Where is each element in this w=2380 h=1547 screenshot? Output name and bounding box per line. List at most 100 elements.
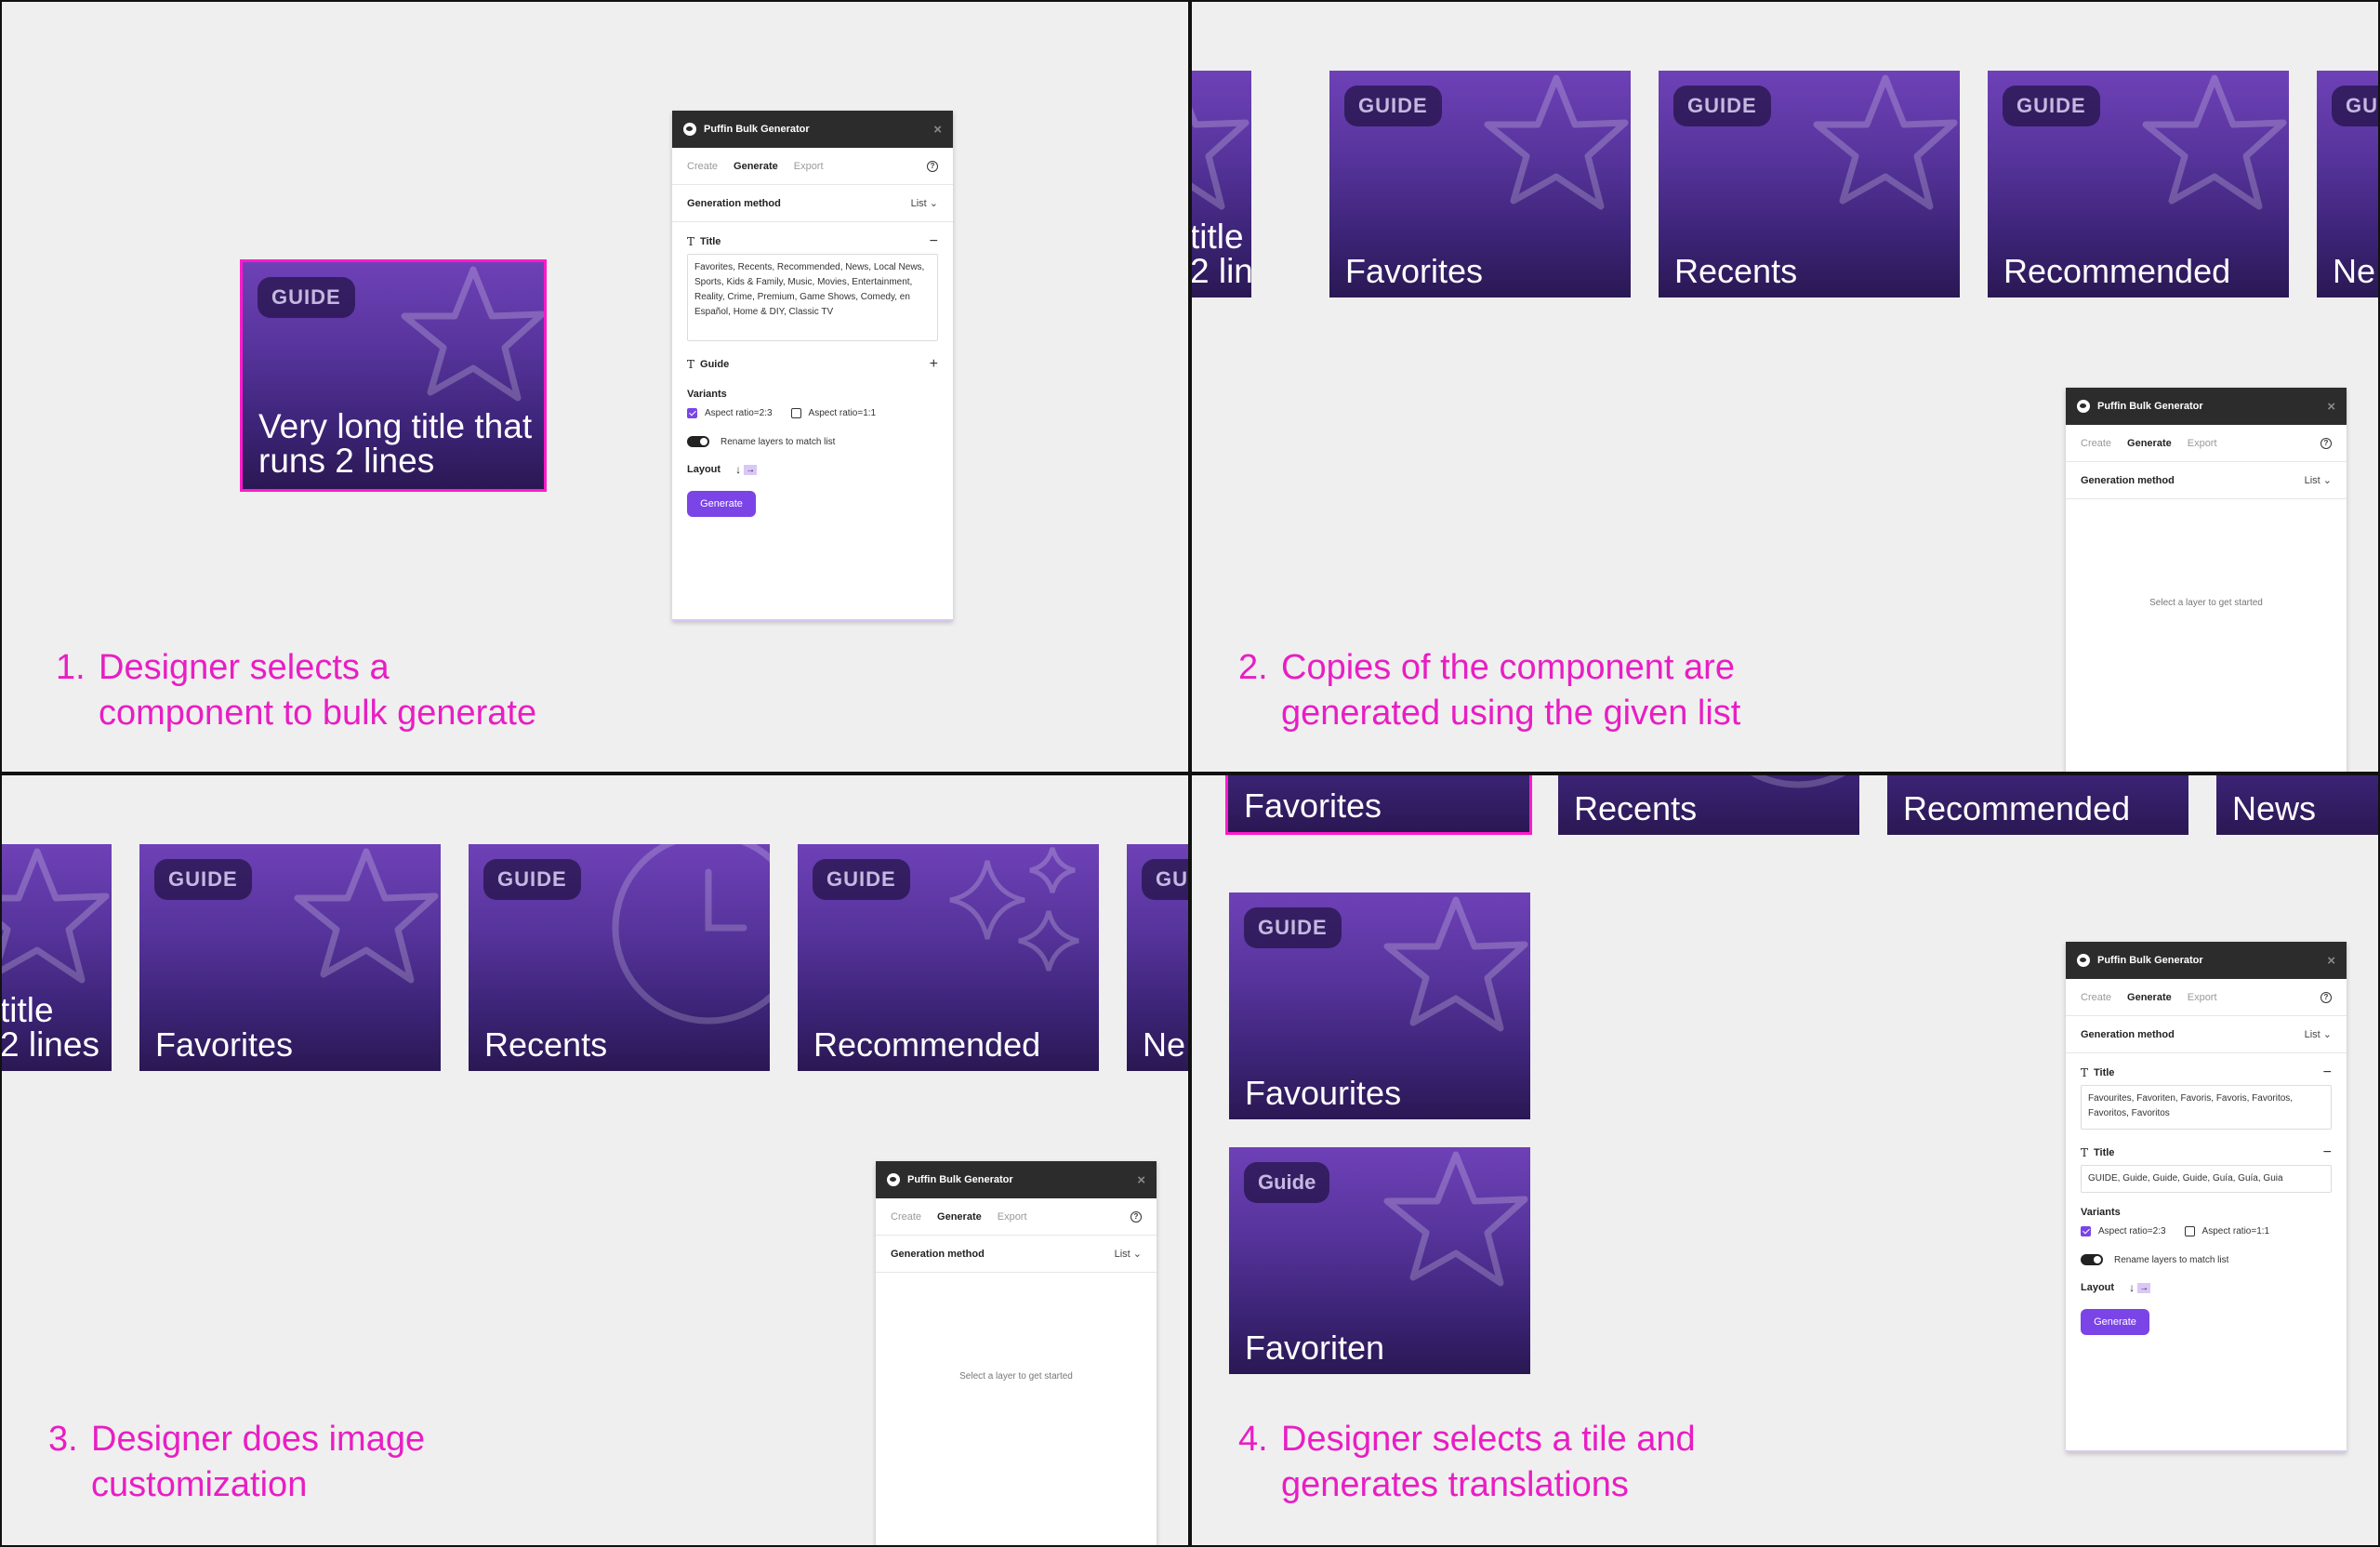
layout-vertical-icon[interactable]: ↓	[2129, 1281, 2135, 1294]
empty-state-text: Select a layer to get started	[959, 1371, 1073, 1382]
plugin-tabs: Create Generate Export ?	[2066, 979, 2347, 1016]
tile-title: Recommended	[813, 1025, 1041, 1064]
tab-create[interactable]: Create	[687, 161, 718, 172]
plugin-tabs: Create Generate Export ?	[876, 1198, 1157, 1236]
variant-checkbox-1x1[interactable]	[2184, 1225, 2195, 1236]
variant-label-1x1: Aspect ratio=1:1	[2202, 1225, 2270, 1236]
tab-generate[interactable]: Generate	[2127, 992, 2172, 1003]
generated-tile: Recents	[1558, 775, 1859, 835]
generation-method-label: Generation method	[891, 1248, 985, 1260]
panel-step-2: title 2 lines GUIDE Favorites GUIDE Rece…	[1190, 0, 2380, 774]
plugin-window: Puffin Bulk Generator × Create Generate E…	[672, 111, 953, 621]
tab-export[interactable]: Export	[2188, 992, 2217, 1003]
tab-create[interactable]: Create	[2081, 992, 2111, 1003]
text-icon: T	[687, 235, 695, 248]
tile-title: Favourites	[1245, 1074, 1402, 1112]
help-icon[interactable]: ?	[1130, 1210, 1142, 1223]
remove-field-icon[interactable]: −	[2323, 1144, 2332, 1161]
tab-generate[interactable]: Generate	[937, 1211, 982, 1223]
variant-label-2x3: Aspect ratio=2:3	[2098, 1225, 2166, 1236]
remove-field-icon[interactable]: −	[2323, 1064, 2332, 1081]
selected-tile[interactable]: Favorites	[1225, 775, 1532, 835]
help-icon[interactable]: ?	[2320, 991, 2332, 1003]
generation-method-row: Generation method List ⌄	[2066, 1016, 2347, 1053]
plugin-title: Puffin Bulk Generator	[2097, 955, 2203, 966]
plugin-window: Puffin Bulk Generator × Create Generate E…	[2066, 388, 2347, 772]
selected-component-tile[interactable]: GUIDE Very long title that runs 2 lines	[240, 259, 547, 492]
generation-method-select[interactable]: List ⌄	[2305, 474, 2332, 486]
generation-method-label: Generation method	[687, 197, 781, 209]
plugin-tabs: Create Generate Export ?	[672, 148, 953, 185]
generated-tile: Recommended	[1887, 775, 2188, 835]
close-icon[interactable]: ×	[933, 123, 942, 137]
tab-create[interactable]: Create	[2081, 438, 2111, 449]
guide-badge: GUI	[2332, 86, 2378, 126]
generation-method-row: Generation method List ⌄	[672, 185, 953, 222]
tab-export[interactable]: Export	[794, 161, 824, 172]
close-icon[interactable]: ×	[2327, 954, 2335, 968]
translated-tile: GUIDE Favourites	[1229, 892, 1530, 1119]
help-icon[interactable]: ?	[2320, 437, 2332, 449]
tile-title: Recents	[1674, 252, 1798, 290]
rename-layers-toggle[interactable]	[2081, 1254, 2103, 1265]
guide-list-textarea[interactable]: GUIDE, Guide, Guide, Guide, Guía, Guía, …	[2081, 1165, 2332, 1193]
generation-method-label: Generation method	[2081, 1028, 2175, 1040]
guide-badge: GUIDE	[2003, 86, 2100, 126]
help-icon[interactable]: ?	[927, 160, 938, 172]
close-icon[interactable]: ×	[2327, 400, 2335, 414]
guide-badge: GUIDE	[1344, 86, 1442, 126]
tile-title: Ne	[2333, 252, 2376, 290]
tile-title: Favorites	[1244, 787, 1382, 825]
generated-tile: GUIDE Recommended	[1988, 71, 2289, 298]
guide-badge: Guide	[1244, 1162, 1330, 1203]
title-field-label: Title	[2094, 1067, 2115, 1078]
guide-field-label: Guide	[700, 359, 730, 370]
generation-method-label: Generation method	[2081, 474, 2175, 486]
add-field-icon[interactable]: +	[930, 356, 938, 373]
tab-generate[interactable]: Generate	[734, 161, 778, 172]
tab-export[interactable]: Export	[2188, 438, 2217, 449]
text-icon: T	[2081, 1146, 2089, 1159]
tile-title: Favorites	[1345, 252, 1484, 290]
text-icon: T	[687, 358, 695, 371]
tile-title: Favorites	[155, 1025, 294, 1064]
layout-label: Layout	[2081, 1282, 2115, 1293]
tile-title: Recommended	[2003, 252, 2231, 290]
remove-field-icon[interactable]: −	[930, 233, 938, 250]
variant-label-1x1: Aspect ratio=1:1	[808, 407, 877, 418]
layout-horizontal-icon[interactable]: →	[744, 464, 758, 475]
layout-vertical-icon[interactable]: ↓	[735, 463, 741, 476]
tab-generate[interactable]: Generate	[2127, 438, 2172, 449]
plugin-title: Puffin Bulk Generator	[704, 124, 810, 135]
guide-badge: GUIDE	[258, 277, 355, 318]
variant-checkbox-1x1[interactable]	[790, 407, 801, 418]
rename-layers-toggle[interactable]	[687, 436, 709, 447]
generation-method-select[interactable]: List ⌄	[1115, 1248, 1142, 1260]
guide-badge: GUIDE	[813, 859, 910, 900]
generation-method-row: Generation method List ⌄	[876, 1236, 1157, 1273]
tile-title: Recommended	[1903, 789, 2131, 827]
tab-export[interactable]: Export	[998, 1211, 1027, 1223]
layout-horizontal-icon[interactable]: →	[2137, 1282, 2151, 1293]
generated-tile: title 2 lines	[2, 844, 112, 1071]
canvas: GUIDE Very long title that runs 2 lines …	[0, 0, 2380, 1547]
variant-checkbox-2x3[interactable]	[2081, 1225, 2091, 1236]
variants-label: Variants	[2081, 1207, 2121, 1218]
generate-button[interactable]: Generate	[687, 491, 756, 517]
tile-title: Recents	[1574, 789, 1698, 827]
generation-method-select[interactable]: List ⌄	[2305, 1028, 2332, 1040]
title-list-textarea[interactable]: Favourites, Favoriten, Favoris, Favoris,…	[2081, 1085, 2332, 1130]
variant-checkbox-2x3[interactable]	[687, 407, 697, 418]
generation-method-row: Generation method List ⌄	[2066, 462, 2347, 499]
puffin-logo-icon	[2077, 954, 2090, 967]
title-list-textarea[interactable]: Favorites, Recents, Recommended, News, L…	[687, 254, 938, 341]
generation-method-select[interactable]: List ⌄	[911, 197, 938, 209]
plugin-title: Puffin Bulk Generator	[907, 1174, 1013, 1185]
generate-button[interactable]: Generate	[2081, 1309, 2149, 1335]
guide-badge: GUIDE	[1244, 907, 1342, 948]
puffin-logo-icon	[683, 123, 696, 136]
layout-label: Layout	[687, 464, 721, 475]
close-icon[interactable]: ×	[1137, 1173, 1145, 1187]
tab-create[interactable]: Create	[891, 1211, 921, 1223]
tile-title: News	[2232, 789, 2317, 827]
